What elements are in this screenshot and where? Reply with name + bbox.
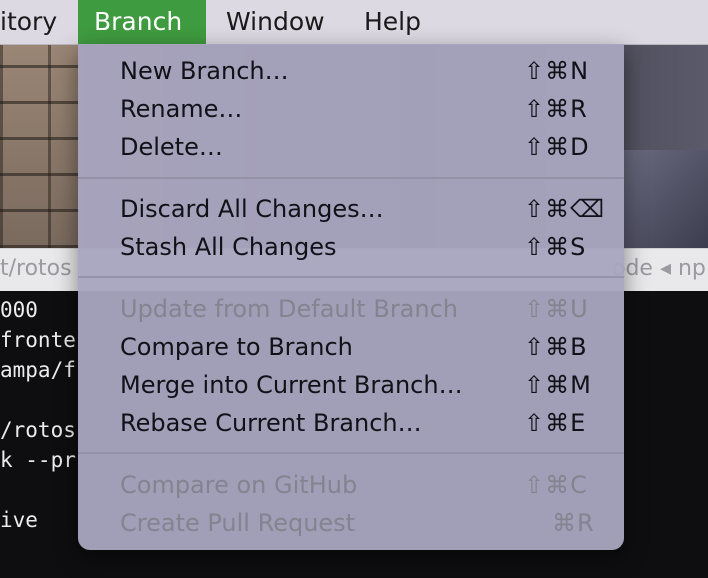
menu-item-update-from-default-branch: Update from Default Branch ⇧⌘U	[78, 290, 624, 328]
menu-item-shortcut: ⇧⌘D	[524, 133, 590, 161]
menu-bar: itory Branch Window Help	[0, 0, 708, 45]
terminal-line: ive	[0, 508, 38, 532]
menu-item-shortcut: ⇧⌘U	[524, 295, 589, 323]
branch-menu-dropdown: New Branch… ⇧⌘N Rename… ⇧⌘R Delete… ⇧⌘D …	[78, 44, 624, 550]
menu-item-rename[interactable]: Rename… ⇧⌘R	[78, 90, 624, 128]
menu-item-shortcut: ⇧⌘R	[524, 95, 588, 123]
menu-item-label: Merge into Current Branch…	[120, 371, 463, 399]
menu-item-discard-all-changes[interactable]: Discard All Changes… ⇧⌘⌫	[78, 190, 624, 228]
terminal-line: k --pr	[0, 448, 76, 472]
menu-item-delete[interactable]: Delete… ⇧⌘D	[78, 128, 624, 166]
menu-separator	[78, 276, 624, 278]
path-bar-left-text: t/rotos	[0, 256, 72, 281]
menu-help[interactable]: Help	[348, 0, 437, 44]
terminal-line: /rotos	[0, 418, 76, 442]
menu-item-new-branch[interactable]: New Branch… ⇧⌘N	[78, 52, 624, 90]
background-shape	[620, 150, 708, 248]
menu-item-label: Compare to Branch	[120, 333, 353, 361]
menu-separator	[78, 177, 624, 179]
menu-item-label: Update from Default Branch	[120, 295, 459, 323]
menu-item-shortcut: ⇧⌘S	[524, 233, 587, 261]
menu-item-compare-to-branch[interactable]: Compare to Branch ⇧⌘B	[78, 328, 624, 366]
menu-item-shortcut: ⇧⌘⌫	[524, 195, 606, 223]
menu-item-label: Rebase Current Branch…	[120, 409, 422, 437]
terminal-line: fronte	[0, 328, 76, 352]
menu-item-label: Discard All Changes…	[120, 195, 384, 223]
path-bar-right-text: ode ◂ np	[612, 256, 706, 281]
menu-item-rebase-current-branch[interactable]: Rebase Current Branch… ⇧⌘E	[78, 404, 624, 442]
menu-item-shortcut: ⇧⌘N	[524, 57, 590, 85]
menu-item-label: Stash All Changes	[120, 233, 337, 261]
menu-item-shortcut: ⇧⌘M	[524, 371, 592, 399]
menu-repository[interactable]: itory	[0, 0, 73, 44]
menu-item-shortcut: ⇧⌘E	[524, 409, 587, 437]
terminal-line: ampa/f	[0, 358, 76, 382]
menu-item-stash-all-changes[interactable]: Stash All Changes ⇧⌘S	[78, 228, 624, 266]
menu-separator	[78, 452, 624, 454]
brick-wall-image	[0, 44, 80, 248]
menu-item-label: Rename…	[120, 95, 243, 123]
menu-item-label: Delete…	[120, 133, 223, 161]
menu-item-merge-into-current-branch[interactable]: Merge into Current Branch… ⇧⌘M	[78, 366, 624, 404]
menu-item-shortcut: ⌘R	[552, 509, 595, 537]
terminal-line: 000	[0, 298, 38, 322]
menu-item-label: Create Pull Request	[120, 509, 356, 537]
menu-item-shortcut: ⇧⌘C	[524, 471, 588, 499]
menu-item-shortcut: ⇧⌘B	[524, 333, 588, 361]
menu-item-label: New Branch…	[120, 57, 289, 85]
menu-item-create-pull-request: Create Pull Request ⌘R	[78, 504, 624, 542]
menu-item-label: Compare on GitHub	[120, 471, 358, 499]
menu-branch[interactable]: Branch	[78, 0, 206, 44]
menu-item-compare-on-github: Compare on GitHub ⇧⌘C	[78, 466, 624, 504]
menu-window[interactable]: Window	[210, 0, 341, 44]
